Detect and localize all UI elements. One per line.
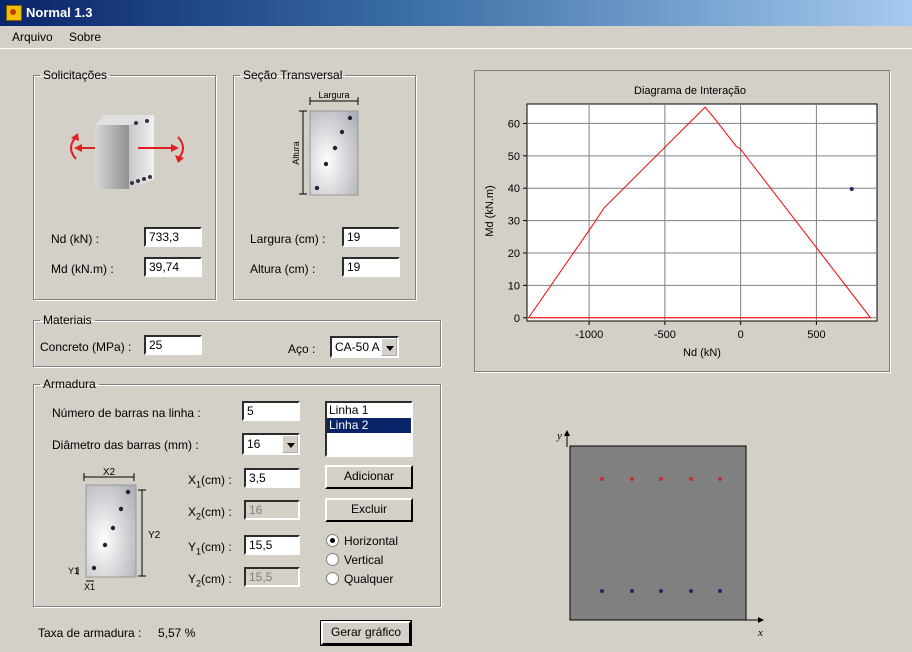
y-axis-label: Md (kN.m) (484, 185, 496, 236)
fig-x1-label: X1 (84, 582, 95, 592)
aco-select-value: CA-50 A (335, 340, 380, 354)
x-axis-label: Nd (kN) (683, 347, 721, 359)
nbarras-input[interactable]: 5 (242, 401, 300, 421)
rebar-top (630, 477, 634, 481)
radio-qualquer[interactable]: Qualquer (326, 572, 393, 586)
rebar-bottom (718, 589, 722, 593)
rebar-bottom (689, 589, 693, 593)
window-title: Normal 1.3 (26, 5, 93, 20)
fig-x2-label: X2 (103, 467, 116, 478)
radio-qualquer-label: Qualquer (344, 572, 394, 586)
list-item[interactable]: Linha 2 (327, 418, 411, 433)
concreto-input[interactable]: 25 (144, 335, 202, 355)
diametro-select-value: 16 (247, 437, 261, 451)
taxa-label: Taxa de armadura : (38, 626, 142, 640)
rebar-top (718, 477, 722, 481)
chevron-down-icon[interactable] (282, 435, 298, 453)
list-item[interactable]: Linha 1 (327, 403, 411, 418)
diametro-select[interactable]: 16 (242, 433, 300, 455)
solicitacoes-legend: Solicitações (43, 68, 108, 82)
armadura-figure: X2 Y2 Y1 X1 (68, 467, 161, 592)
rebar-top (689, 477, 693, 481)
chart-title: Diagrama de Interação (634, 85, 746, 97)
y-tick-label: 60 (508, 118, 520, 130)
plot-area (526, 103, 878, 322)
nd-input[interactable]: 733,3 (144, 227, 202, 247)
y-tick-label: 30 (508, 216, 520, 228)
nd-label: Nd (kN) : (51, 232, 99, 246)
interaction-chart: Diagrama de Interação -1000 -500 0 500 0 10 20… (474, 70, 890, 372)
x2-label: X2(cm) : (188, 505, 232, 522)
radio-horizontal[interactable]: Horizontal (326, 534, 398, 548)
y-tick-label: 40 (508, 183, 520, 195)
fig-largura-label: Largura (318, 90, 349, 100)
radio-checked-icon (326, 534, 339, 547)
radio-horizontal-label: Horizontal (344, 534, 399, 548)
x-tick-label: -1000 (575, 329, 603, 341)
title-bar: Normal 1.3 (0, 0, 912, 26)
x-tick-label: 0 (738, 329, 744, 341)
rebar-bottom (630, 589, 634, 593)
concreto-label: Concreto (MPa) : (40, 340, 132, 354)
x1-label: X1(cm) : (188, 473, 232, 490)
rebar-top (659, 477, 663, 481)
y1-input[interactable]: 15,5 (244, 535, 300, 555)
design-point (849, 187, 854, 192)
add-button[interactable]: Adicionar (325, 465, 413, 489)
x-tick-label: 500 (807, 329, 825, 341)
radio-vertical[interactable]: Vertical (326, 553, 383, 567)
section-x-label: x (757, 627, 763, 639)
y2-input[interactable]: 15,5 (244, 567, 300, 587)
y2-label: Y2(cm) : (188, 572, 232, 589)
y1-label: Y1(cm) : (188, 540, 232, 557)
fig-y2-label: Y2 (148, 530, 161, 541)
menu-arquivo[interactable]: Arquivo (12, 30, 53, 44)
altura-input[interactable]: 19 (342, 257, 400, 277)
chevron-down-icon[interactable] (381, 338, 397, 356)
y-tick-label: 0 (514, 313, 520, 325)
aco-label: Aço : (288, 342, 316, 356)
delete-button[interactable]: Excluir (325, 498, 413, 522)
fig-y1-label: Y1 (68, 566, 79, 576)
menu-sobre[interactable]: Sobre (69, 30, 101, 44)
nbarras-label: Número de barras na linha : (52, 406, 201, 420)
taxa-value: 5,57 % (158, 626, 196, 640)
main-panel: Solicitações Nd (kN) : 733,3 Md (kN.m) :… (0, 49, 912, 652)
rebar-top (600, 477, 604, 481)
secao-legend: Seção Transversal (243, 68, 343, 82)
section-y-label: y (556, 430, 562, 442)
y-axis-arrow-icon (564, 430, 570, 436)
y-tick-label: 50 (508, 151, 520, 163)
x-axis-arrow-icon (758, 617, 764, 623)
secao-figure: Largura Altura (291, 90, 359, 196)
section-view: y x (556, 430, 764, 639)
lines-listbox[interactable]: Linha 1 Linha 2 (325, 401, 413, 457)
radio-icon (326, 553, 339, 566)
largura-label: Largura (cm) : (250, 232, 326, 246)
armadura-legend: Armadura (43, 377, 96, 391)
md-input[interactable]: 39,74 (144, 257, 202, 277)
chart-svg: Diagrama de Interação -1000 -500 0 500 0 10 20… (484, 85, 878, 359)
y-tick-label: 20 (508, 248, 520, 260)
rebar-bottom (659, 589, 663, 593)
diametro-label: Diâmetro das barras (mm) : (52, 438, 199, 452)
aco-select[interactable]: CA-50 A (330, 336, 399, 358)
x-tick-label: -500 (654, 329, 676, 341)
menu-bar: Arquivo Sobre (0, 26, 912, 49)
solicitacoes-figure (70, 115, 184, 189)
app-icon (6, 5, 22, 21)
fig-altura-label: Altura (291, 141, 301, 165)
x1-input[interactable]: 3,5 (244, 468, 300, 488)
md-label: Md (kN.m) : (51, 262, 114, 276)
radio-icon (326, 572, 339, 585)
largura-input[interactable]: 19 (342, 227, 400, 247)
generate-chart-button[interactable]: Gerar gráfico (320, 620, 412, 646)
x2-input[interactable]: 16 (244, 500, 300, 520)
altura-label: Altura (cm) : (250, 262, 316, 276)
y-tick-label: 10 (508, 280, 520, 292)
materiais-legend: Materiais (43, 313, 92, 327)
section-rect (569, 445, 747, 621)
radio-vertical-label: Vertical (344, 553, 384, 567)
rebar-bottom (600, 589, 604, 593)
